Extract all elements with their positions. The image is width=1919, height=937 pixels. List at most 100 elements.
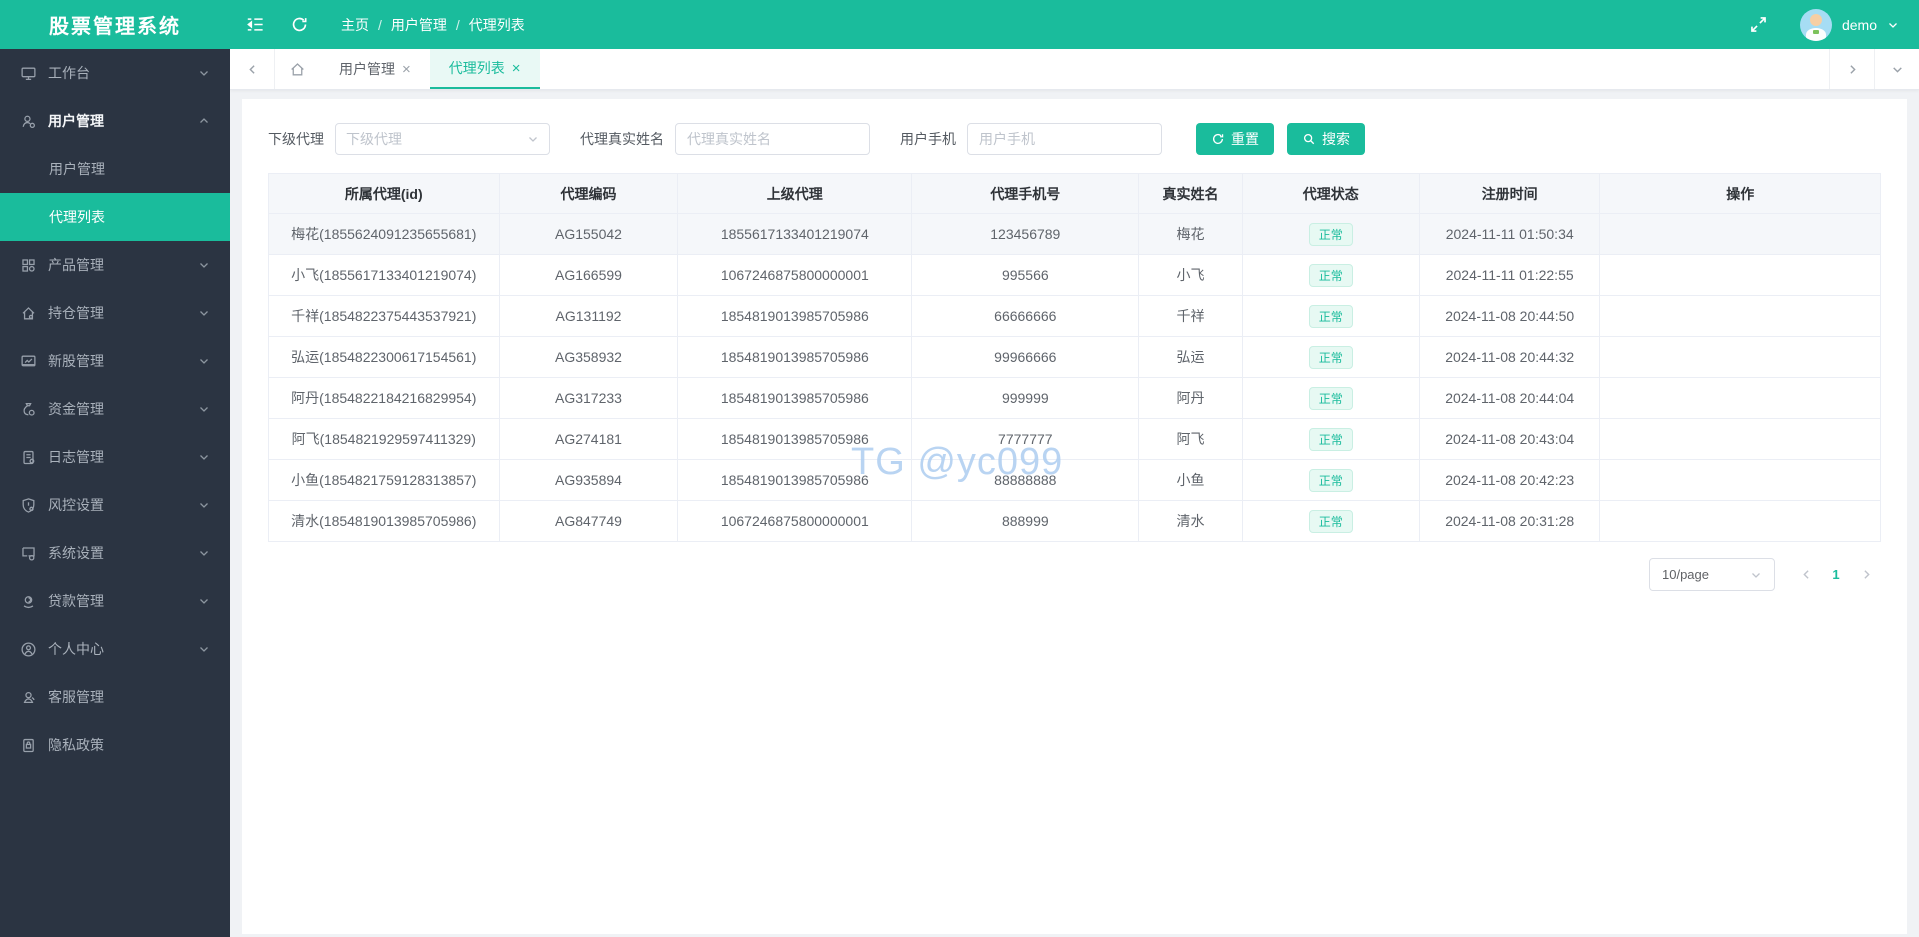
- sidebar-item[interactable]: 代理列表: [0, 193, 230, 241]
- cell-real-name: 清水: [1138, 500, 1243, 542]
- reset-refresh-icon: [1211, 132, 1225, 146]
- phone-label: 用户手机: [900, 131, 956, 147]
- cell-real-name: 弘运: [1138, 336, 1243, 378]
- next-page-icon[interactable]: [1851, 568, 1881, 581]
- tabbar: 用户管理 × 代理列表 ×: [230, 49, 1919, 90]
- close-icon[interactable]: ×: [402, 62, 411, 77]
- sidebar-item[interactable]: 工作台: [0, 49, 230, 97]
- chevron-down-icon: [198, 643, 210, 655]
- fullscreen-icon[interactable]: [1749, 15, 1768, 34]
- tabs-scroll-right-icon[interactable]: [1829, 49, 1874, 89]
- sidebar-item-label: 用户管理: [48, 113, 104, 129]
- agent-select-placeholder: 下级代理: [346, 131, 402, 147]
- sidebar-item[interactable]: 客服管理: [0, 673, 230, 721]
- cell-agent-code: AG131192: [498, 295, 679, 337]
- cell-operation: [1599, 213, 1881, 255]
- cell-operation: [1599, 377, 1881, 419]
- cell-agent-phone: 88888888: [911, 459, 1140, 501]
- caret-down-icon[interactable]: [1887, 19, 1899, 31]
- table-row: 梅花(1855624091235655681) AG155042 1855617…: [268, 213, 1881, 255]
- cell-agent-phone: 123456789: [911, 213, 1140, 255]
- cell-agent-phone: 999999: [911, 377, 1140, 419]
- cell-status: 正常: [1241, 295, 1420, 337]
- sidebar-item[interactable]: 贷款管理: [0, 577, 230, 625]
- home-icon[interactable]: [275, 49, 320, 89]
- tab-label: 代理列表: [448, 60, 505, 76]
- chevron-down-icon: [198, 259, 210, 271]
- cell-status: 正常: [1241, 377, 1420, 419]
- cell-register-time: 2024-11-08 20:43:04: [1418, 418, 1601, 460]
- cell-status: 正常: [1241, 418, 1420, 460]
- status-badge: 正常: [1308, 222, 1353, 246]
- cell-operation: [1599, 254, 1881, 296]
- chevron-down-icon: [198, 547, 210, 559]
- sidebar-item-label: 资金管理: [48, 401, 104, 417]
- cell-register-time: 2024-11-08 20:44:50: [1418, 295, 1601, 337]
- username[interactable]: demo: [1842, 17, 1877, 33]
- cell-agent-id: 弘运(1854822300617154561): [268, 336, 500, 378]
- cell-parent-agent: 1854819013985705986: [677, 459, 913, 501]
- status-badge: 正常: [1308, 509, 1353, 533]
- sidebar-item[interactable]: 系统设置: [0, 529, 230, 577]
- search-icon: [1302, 132, 1316, 146]
- cell-agent-id: 清水(1854819013985705986): [268, 500, 500, 542]
- workbench-icon: [20, 65, 37, 82]
- page-number[interactable]: 1: [1821, 567, 1851, 582]
- status-badge: 正常: [1308, 345, 1353, 369]
- filter-bar: 下级代理 下级代理 代理真实姓名 用户手机 重置: [268, 123, 1881, 155]
- sidebar-item[interactable]: 产品管理: [0, 241, 230, 289]
- cell-parent-agent: 1067246875800000001: [677, 254, 913, 296]
- breadcrumb-user-management[interactable]: 用户管理: [391, 15, 447, 35]
- sidebar-item[interactable]: 个人中心: [0, 625, 230, 673]
- chevron-down-icon: [198, 307, 210, 319]
- sidebar-item[interactable]: 新股管理: [0, 337, 230, 385]
- sidebar-item-label: 代理列表: [49, 209, 105, 225]
- tabs-scroll-left-icon[interactable]: [230, 49, 275, 89]
- sidebar-item[interactable]: 持仓管理: [0, 289, 230, 337]
- real-name-input[interactable]: [675, 123, 870, 155]
- breadcrumb-home[interactable]: 主页: [341, 15, 369, 35]
- cell-real-name: 小鱼: [1138, 459, 1243, 501]
- chevron-down-icon: [198, 403, 210, 415]
- breadcrumb-agent-list[interactable]: 代理列表: [469, 15, 525, 35]
- sidebar-item[interactable]: 隐私政策: [0, 721, 230, 769]
- avatar[interactable]: [1799, 8, 1832, 41]
- cell-agent-code: AG155042: [498, 213, 679, 255]
- menu-fold-icon[interactable]: [246, 15, 265, 34]
- cell-agent-code: AG274181: [498, 418, 679, 460]
- cell-agent-id: 阿飞(1854821929597411329): [268, 418, 500, 460]
- search-button[interactable]: 搜索: [1287, 123, 1365, 155]
- status-badge: 正常: [1308, 386, 1353, 410]
- close-icon[interactable]: ×: [512, 61, 521, 76]
- table-row: 千祥(1854822375443537921) AG131192 1854819…: [268, 295, 1881, 337]
- agent-select-label: 下级代理: [268, 131, 324, 147]
- cell-parent-agent: 1855617133401219074: [677, 213, 913, 255]
- cell-agent-phone: 995566: [911, 254, 1140, 296]
- tab-agent-list[interactable]: 代理列表 ×: [429, 49, 540, 89]
- page-size-select[interactable]: 10/page: [1649, 558, 1775, 591]
- tabbar-spacer: [540, 49, 1829, 89]
- table-row: 小鱼(1854821759128313857) AG935894 1854819…: [268, 459, 1881, 501]
- newstock-icon: [20, 353, 37, 370]
- sidebar-item[interactable]: 资金管理: [0, 385, 230, 433]
- agent-table: 所属代理(id) 代理编码 上级代理 代理手机号 真实姓名 代理状态 注册时间 操作 梅花(1…: [268, 173, 1881, 542]
- tabs-menu-icon[interactable]: [1874, 49, 1919, 89]
- prev-page-icon[interactable]: [1791, 568, 1821, 581]
- cell-register-time: 2024-11-08 20:42:23: [1418, 459, 1601, 501]
- reset-button[interactable]: 重置: [1196, 123, 1274, 155]
- cell-agent-code: AG935894: [498, 459, 679, 501]
- tab-user-management[interactable]: 用户管理 ×: [320, 49, 430, 89]
- refresh-icon[interactable]: [290, 15, 309, 34]
- table-column-header: 注册时间: [1418, 173, 1601, 214]
- sidebar-item[interactable]: 用户管理: [0, 97, 230, 145]
- agent-select[interactable]: 下级代理: [335, 123, 550, 155]
- cell-register-time: 2024-11-08 20:44:04: [1418, 377, 1601, 419]
- sidebar-item-label: 用户管理: [49, 161, 105, 177]
- cell-operation: [1599, 295, 1881, 337]
- sidebar-item-label: 风控设置: [48, 497, 104, 513]
- cell-agent-id: 梅花(1855624091235655681): [268, 213, 500, 255]
- phone-input[interactable]: [967, 123, 1162, 155]
- sidebar-item[interactable]: 用户管理: [0, 145, 230, 193]
- sidebar-item[interactable]: 风控设置: [0, 481, 230, 529]
- sidebar-item[interactable]: 日志管理: [0, 433, 230, 481]
